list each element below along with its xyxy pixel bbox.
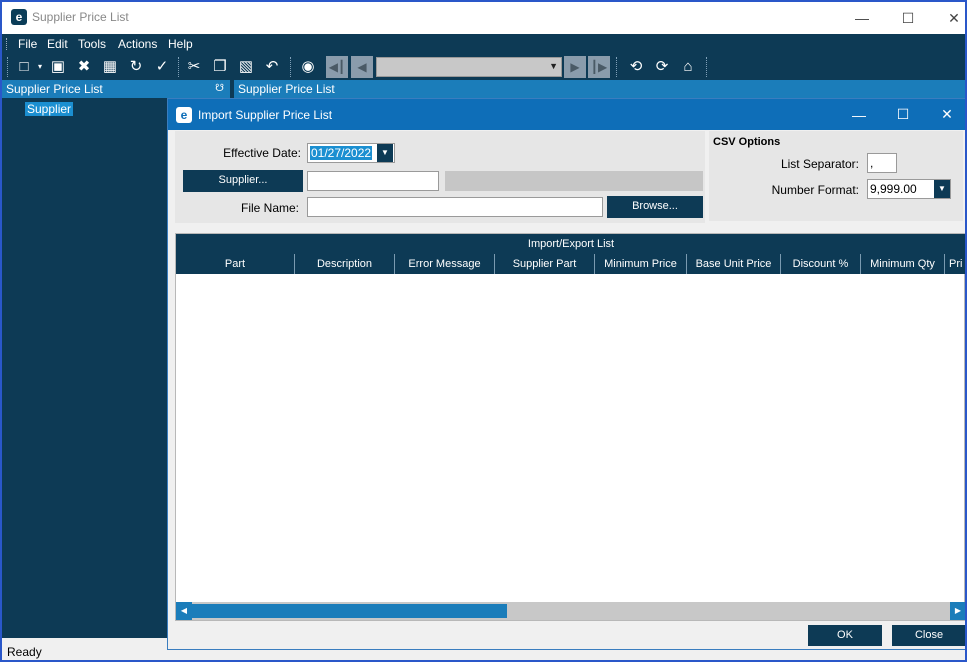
menu-edit[interactable]: Edit — [47, 37, 68, 51]
horizontal-scrollbar[interactable]: ◀ ▶ — [176, 602, 965, 620]
dialog-title: Import Supplier Price List — [198, 108, 333, 122]
tree-node-supplier[interactable]: Supplier — [25, 102, 74, 116]
record-navigator-combo[interactable]: ▼ — [376, 57, 562, 77]
menu-grip-icon — [6, 38, 9, 50]
toolbar-separator — [616, 57, 617, 77]
file-name-field[interactable] — [307, 197, 603, 217]
forward-arrow-icon[interactable]: ⟳ — [652, 57, 672, 77]
grid-caption: Import/Export List — [176, 234, 965, 254]
menu-bar: File Edit Tools Actions Help — [2, 34, 965, 54]
chevron-down-icon: ▼ — [549, 61, 558, 71]
title-bar: e Supplier Price List — ☐ ✕ — [2, 2, 965, 34]
dialog-logo-icon: e — [176, 107, 192, 123]
app-logo-icon: e — [11, 9, 27, 25]
column-header-description[interactable]: Description — [295, 254, 395, 274]
list-separator-field[interactable]: , — [867, 153, 897, 173]
import-export-grid: Import/Export List Part Description Erro… — [175, 233, 965, 621]
toolbar-grip-icon — [7, 57, 8, 77]
dialog-title-bar: e Import Supplier Price List — ☐ ✕ — [168, 99, 965, 130]
csv-options-group: CSV Options List Separator: , Number For… — [709, 131, 963, 221]
column-header-base-unit-price[interactable]: Base Unit Price — [687, 254, 781, 274]
browse-button[interactable]: Browse... — [607, 196, 703, 218]
minimize-button[interactable]: — — [839, 2, 885, 34]
undo-icon[interactable]: ↶ — [262, 57, 282, 77]
grid-column-headers: Part Description Error Message Supplier … — [176, 254, 965, 274]
new-dropdown-icon[interactable]: ▾ — [30, 57, 50, 77]
previous-record-button[interactable]: ◀ — [351, 56, 373, 78]
column-header-discount[interactable]: Discount % — [781, 254, 861, 274]
csv-options-header: CSV Options — [713, 136, 781, 148]
scroll-left-icon[interactable]: ◀ — [176, 602, 192, 620]
scrollbar-thumb[interactable] — [192, 604, 507, 618]
status-text: Ready — [7, 645, 42, 659]
tree-panel-title: Supplier Price List — [6, 82, 103, 96]
effective-date-label: Effective Date: — [223, 146, 301, 160]
paste-icon[interactable]: ▧ — [236, 57, 256, 77]
file-name-label: File Name: — [240, 201, 299, 215]
column-header-supplier-part[interactable]: Supplier Part — [495, 254, 595, 274]
toolbar-separator — [290, 57, 291, 77]
menu-help[interactable]: Help — [168, 37, 193, 51]
list-separator-label: List Separator: — [780, 157, 859, 171]
chevron-down-icon[interactable]: ▼ — [934, 180, 950, 198]
column-header-minimum-price[interactable]: Minimum Price — [595, 254, 687, 274]
import-dialog: e Import Supplier Price List — ☐ ✕ Effec… — [167, 98, 965, 650]
toolbar-separator — [178, 57, 179, 77]
tree-panel: Supplier — [2, 98, 168, 638]
tree-panel-header: Supplier Price List ☋ — [2, 80, 230, 98]
next-record-button[interactable]: ▶ — [564, 56, 586, 78]
first-record-button[interactable]: ◀┃ — [326, 56, 348, 78]
maximize-button[interactable]: ☐ — [885, 2, 931, 34]
column-header-error-message[interactable]: Error Message — [395, 254, 495, 274]
column-header-price[interactable]: Pri — [945, 254, 965, 274]
supplier-button[interactable]: Supplier... — [183, 170, 303, 192]
last-record-button[interactable]: ┃▶ — [588, 56, 610, 78]
refresh-icon[interactable]: ↻ — [126, 57, 146, 77]
back-arrow-icon[interactable]: ⟲ — [626, 57, 646, 77]
effective-date-value: 01/27/2022 — [310, 146, 373, 160]
cut-icon[interactable]: ✂ — [184, 57, 204, 77]
number-format-label: Number Format: — [771, 183, 859, 197]
toolbar-separator — [706, 57, 707, 77]
menu-actions[interactable]: Actions — [118, 37, 157, 51]
detail-panel-header: Supplier Price List — [234, 80, 965, 98]
close-window-button[interactable]: ✕ — [931, 2, 965, 34]
column-header-part[interactable]: Part — [176, 254, 295, 274]
save-icon[interactable]: ▣ — [48, 57, 68, 77]
dialog-close-button[interactable]: ✕ — [924, 99, 965, 130]
trash-icon[interactable]: ▦ — [100, 57, 120, 77]
supplier-name-field — [445, 171, 703, 191]
detail-panel-title: Supplier Price List — [238, 82, 335, 96]
menu-file[interactable]: File — [18, 37, 37, 51]
supplier-id-field[interactable] — [307, 171, 439, 191]
scroll-right-icon[interactable]: ▶ — [950, 602, 965, 620]
clear-broom-icon[interactable]: ✓ — [152, 57, 172, 77]
home-icon[interactable]: ⌂ — [678, 57, 698, 77]
dialog-maximize-button[interactable]: ☐ — [880, 99, 926, 130]
import-form: Effective Date: 01/27/2022 ▼ Supplier...… — [175, 131, 705, 223]
delete-icon[interactable]: ✖ — [74, 57, 94, 77]
date-dropdown-icon[interactable]: ▼ — [377, 144, 393, 162]
panel-header-bar: Supplier Price List ☋ Supplier Price Lis… — [2, 80, 965, 98]
column-header-minimum-qty[interactable]: Minimum Qty — [861, 254, 945, 274]
app-window: e Supplier Price List — ☐ ✕ File Edit To… — [0, 0, 967, 662]
pin-icon[interactable]: ☋ — [215, 80, 224, 98]
copy-icon[interactable]: ❐ — [210, 57, 230, 77]
close-button[interactable]: Close — [892, 625, 965, 646]
window-title: Supplier Price List — [32, 10, 129, 24]
dialog-minimize-button[interactable]: — — [836, 99, 882, 130]
toolbar: □ ▾ ▣ ✖ ▦ ↻ ✓ ✂ ❐ ▧ ↶ ◉ ◀┃ ◀ ▼ ▶ ┃▶ ⟲ ⟳ … — [2, 54, 965, 80]
menu-tools[interactable]: Tools — [78, 37, 106, 51]
ok-button[interactable]: OK — [808, 625, 882, 646]
search-binoculars-icon[interactable]: ◉ — [298, 57, 318, 77]
